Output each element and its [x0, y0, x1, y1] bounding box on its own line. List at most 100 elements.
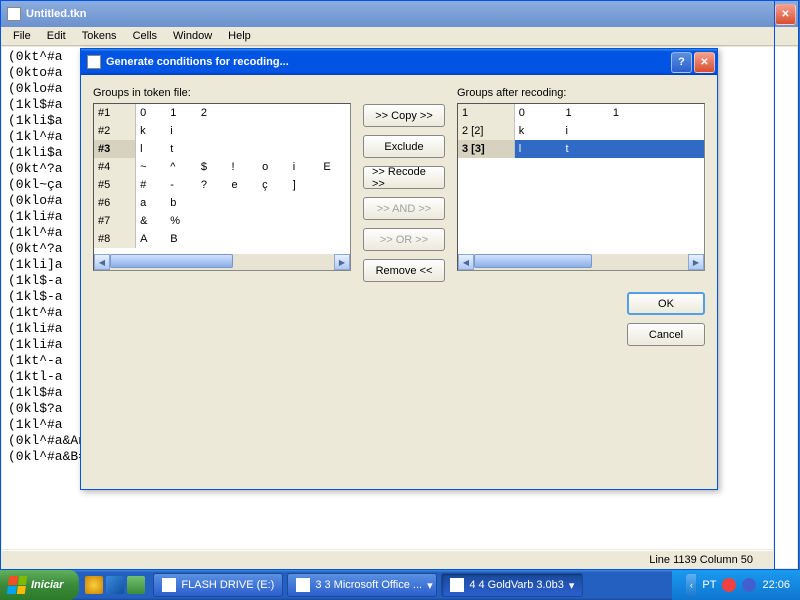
- cell[interactable]: [319, 122, 350, 140]
- cell[interactable]: [656, 122, 703, 140]
- row-header[interactable]: #5: [94, 176, 136, 194]
- start-button[interactable]: Iniciar: [0, 570, 79, 600]
- cell[interactable]: [319, 104, 350, 122]
- table-row[interactable]: #6ab: [94, 194, 350, 212]
- cell[interactable]: ~: [136, 158, 167, 176]
- cell[interactable]: 0: [136, 104, 167, 122]
- ok-button[interactable]: OK: [627, 292, 705, 315]
- taskbar-task[interactable]: 4 4 GoldVarb 3.0b3 ▾: [441, 573, 583, 597]
- table-row[interactable]: #2ki: [94, 122, 350, 140]
- table-row[interactable]: 3 [3]lt: [458, 140, 704, 158]
- cell[interactable]: [609, 140, 656, 158]
- menu-window[interactable]: Window: [165, 28, 220, 44]
- cell[interactable]: [197, 212, 228, 230]
- cell[interactable]: [656, 104, 703, 122]
- scroll-left-icon[interactable]: ◀: [458, 254, 474, 270]
- cell[interactable]: a: [136, 194, 167, 212]
- cell[interactable]: 1: [609, 104, 656, 122]
- dialog-titlebar[interactable]: Generate conditions for recoding...: [81, 49, 717, 75]
- cell[interactable]: 1: [562, 104, 609, 122]
- cell[interactable]: k: [514, 122, 561, 140]
- tkn-titlebar[interactable]: Untitled.tkn: [1, 1, 774, 27]
- row-header[interactable]: #3: [94, 140, 136, 158]
- close-button[interactable]: [775, 4, 796, 25]
- table-row[interactable]: 1011: [458, 104, 704, 122]
- scroll-right-icon[interactable]: ▶: [688, 254, 704, 270]
- menu-file[interactable]: File: [5, 28, 39, 44]
- cell[interactable]: 0: [514, 104, 561, 122]
- cell[interactable]: ?: [197, 176, 228, 194]
- cell[interactable]: [289, 122, 320, 140]
- cell[interactable]: ]: [289, 176, 320, 194]
- table-row[interactable]: #5#-?eç]: [94, 176, 350, 194]
- menu-edit[interactable]: Edit: [39, 28, 74, 44]
- cell[interactable]: [289, 104, 320, 122]
- copy-button[interactable]: >> Copy >>: [363, 104, 445, 127]
- row-header[interactable]: #2: [94, 122, 136, 140]
- cell[interactable]: 2: [197, 104, 228, 122]
- row-header[interactable]: #4: [94, 158, 136, 176]
- close-button[interactable]: [694, 52, 715, 73]
- scroll-right-icon[interactable]: ▶: [334, 254, 350, 270]
- table-row[interactable]: #4~^$!oiE: [94, 158, 350, 176]
- cell[interactable]: [656, 140, 703, 158]
- cell[interactable]: [227, 230, 258, 248]
- tray-icon[interactable]: [742, 578, 756, 592]
- cell[interactable]: [258, 140, 289, 158]
- cell[interactable]: [227, 140, 258, 158]
- remove-button[interactable]: Remove <<: [363, 259, 445, 282]
- cell[interactable]: l: [514, 140, 561, 158]
- cell[interactable]: B: [166, 230, 197, 248]
- chrome-icon[interactable]: [85, 576, 103, 594]
- taskbar-task[interactable]: 3 3 Microsoft Office ... ▾: [287, 573, 437, 597]
- cell[interactable]: l: [136, 140, 167, 158]
- tray-expand-icon[interactable]: ‹: [686, 574, 696, 596]
- hscrollbar[interactable]: ◀ ▶: [94, 254, 350, 270]
- cell[interactable]: &: [136, 212, 167, 230]
- cell[interactable]: -: [166, 176, 197, 194]
- groups-after-list[interactable]: 10112 [2]ki3 [3]lt ◀ ▶: [457, 103, 705, 271]
- cell[interactable]: !: [227, 158, 258, 176]
- cell[interactable]: i: [289, 158, 320, 176]
- cell[interactable]: [258, 230, 289, 248]
- row-header[interactable]: #8: [94, 230, 136, 248]
- language-indicator[interactable]: PT: [702, 579, 716, 591]
- cell[interactable]: ^: [166, 158, 197, 176]
- cell[interactable]: [197, 194, 228, 212]
- cell[interactable]: [258, 194, 289, 212]
- cell[interactable]: [289, 194, 320, 212]
- row-header[interactable]: #6: [94, 194, 136, 212]
- cell[interactable]: [289, 212, 320, 230]
- menu-help[interactable]: Help: [220, 28, 259, 44]
- cell[interactable]: [227, 104, 258, 122]
- cell[interactable]: t: [562, 140, 609, 158]
- cell[interactable]: o: [258, 158, 289, 176]
- cell[interactable]: [227, 212, 258, 230]
- cell[interactable]: b: [166, 194, 197, 212]
- table-row[interactable]: #1012: [94, 104, 350, 122]
- cell[interactable]: [197, 122, 228, 140]
- cancel-button[interactable]: Cancel: [627, 323, 705, 346]
- tray-icon[interactable]: [722, 578, 736, 592]
- cell[interactable]: e: [227, 176, 258, 194]
- cell[interactable]: [319, 140, 350, 158]
- help-button[interactable]: [671, 52, 692, 73]
- row-header[interactable]: 1: [458, 104, 514, 122]
- cell[interactable]: [319, 176, 350, 194]
- cell[interactable]: %: [166, 212, 197, 230]
- app-icon[interactable]: [127, 576, 145, 594]
- cell[interactable]: [258, 212, 289, 230]
- cell[interactable]: [609, 122, 656, 140]
- groups-before-list[interactable]: #1012#2ki#3lt#4~^$!oiE#5#-?eç]#6ab#7&%#8…: [93, 103, 351, 271]
- cell[interactable]: E: [319, 158, 350, 176]
- menu-cells[interactable]: Cells: [125, 28, 165, 44]
- recode-button[interactable]: >> Recode >>: [363, 166, 445, 189]
- cell[interactable]: [258, 104, 289, 122]
- row-header[interactable]: 3 [3]: [458, 140, 514, 158]
- cell[interactable]: ç: [258, 176, 289, 194]
- table-row[interactable]: #3lt: [94, 140, 350, 158]
- cell[interactable]: [258, 122, 289, 140]
- hscrollbar[interactable]: ◀ ▶: [458, 254, 704, 270]
- table-row[interactable]: #8AB: [94, 230, 350, 248]
- cell[interactable]: t: [166, 140, 197, 158]
